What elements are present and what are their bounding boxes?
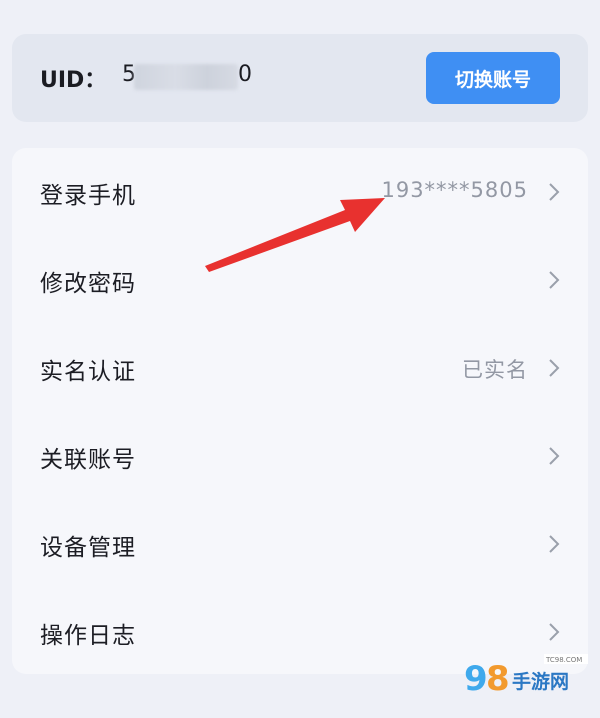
menu-item-linked-accounts[interactable]: 关联账号 [12, 412, 588, 500]
switch-account-button[interactable]: 切换账号 [426, 52, 560, 104]
chevron-right-icon [549, 359, 560, 377]
chevron-right-icon [549, 623, 560, 641]
verification-status-value: 已实名 [462, 358, 528, 382]
menu-item-label: 关联账号 [40, 447, 136, 473]
site-watermark-logo: 9 8 手游网 TC98.COM [464, 654, 588, 699]
menu-item-label: 登录手机 [40, 183, 136, 209]
menu-item-label: 修改密码 [40, 271, 136, 297]
uid-redaction-blur [134, 64, 238, 90]
chevron-right-icon [549, 535, 560, 553]
chevron-right-icon [549, 271, 560, 289]
menu-item-label: 操作日志 [40, 623, 136, 649]
chevron-right-icon [549, 183, 560, 201]
chevron-right-icon [549, 447, 560, 465]
uid-label: UID： [40, 68, 107, 93]
uid-value-end: 0 [238, 62, 252, 87]
svg-text:8: 8 [486, 659, 510, 699]
svg-text:TC98.COM: TC98.COM [545, 656, 582, 664]
account-card: UID： 5 0 切换账号 [12, 34, 588, 122]
menu-item-label: 设备管理 [40, 535, 136, 561]
menu-item-real-name-verification[interactable]: 实名认证 已实名 [12, 324, 588, 412]
svg-text:9: 9 [464, 659, 488, 699]
menu-item-label: 实名认证 [40, 359, 136, 385]
menu-item-device-management[interactable]: 设备管理 [12, 500, 588, 588]
svg-text:手游网: 手游网 [512, 670, 569, 693]
red-arrow-annotation-icon [205, 198, 385, 272]
phone-number-value: 193****5805 [381, 178, 528, 202]
